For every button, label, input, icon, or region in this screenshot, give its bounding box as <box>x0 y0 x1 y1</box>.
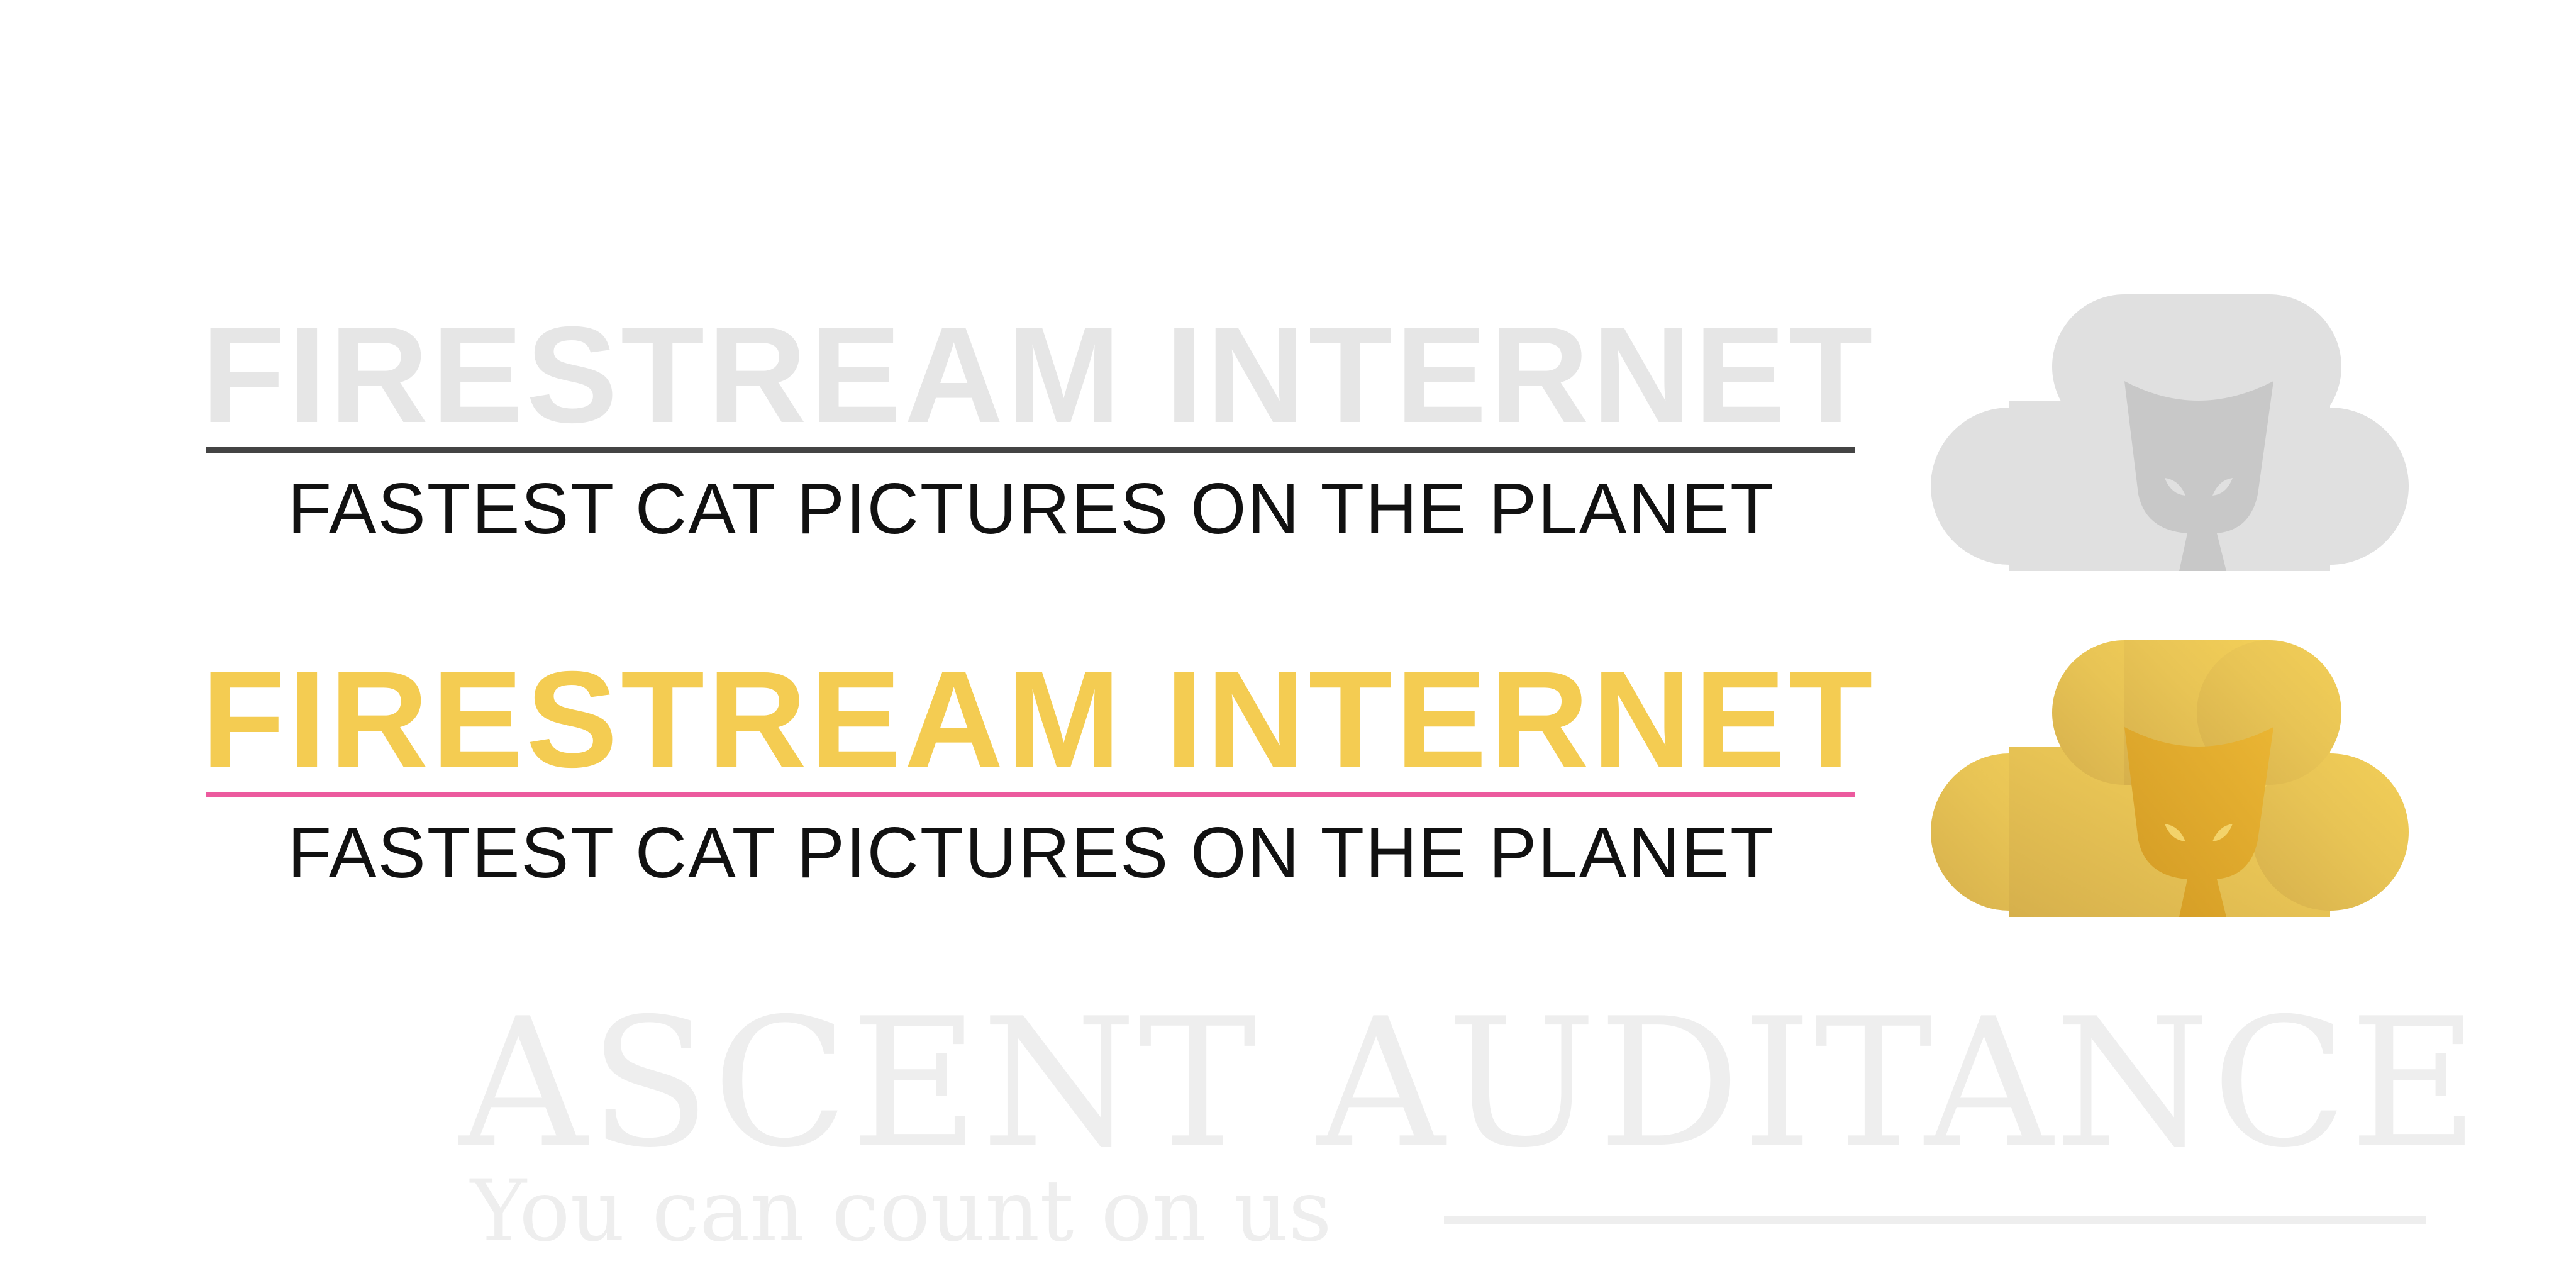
logo-sheet: FIRESTREAM INTERNET FASTEST CAT PICTURES… <box>0 0 2576 1288</box>
title-underline-color <box>206 792 1855 797</box>
firestream-tagline-color: FASTEST CAT PICTURES ON THE PLANET <box>287 813 1775 893</box>
firestream-tagline-grey: FASTEST CAT PICTURES ON THE PLANET <box>287 469 1775 549</box>
cloud-cat-icon <box>1931 294 2409 571</box>
cloud-cat-icon <box>1931 640 2409 917</box>
ascent-title: ASCENT AUDITANCE <box>459 980 2481 1187</box>
ascent-underline <box>1444 1216 2426 1224</box>
title-underline-grey <box>206 447 1855 453</box>
ascent-tagline: You can count on us <box>470 1162 1332 1260</box>
firestream-title-grey: FIRESTREAM INTERNET <box>201 299 1876 452</box>
firestream-title-color: FIRESTREAM INTERNET <box>201 643 1876 796</box>
